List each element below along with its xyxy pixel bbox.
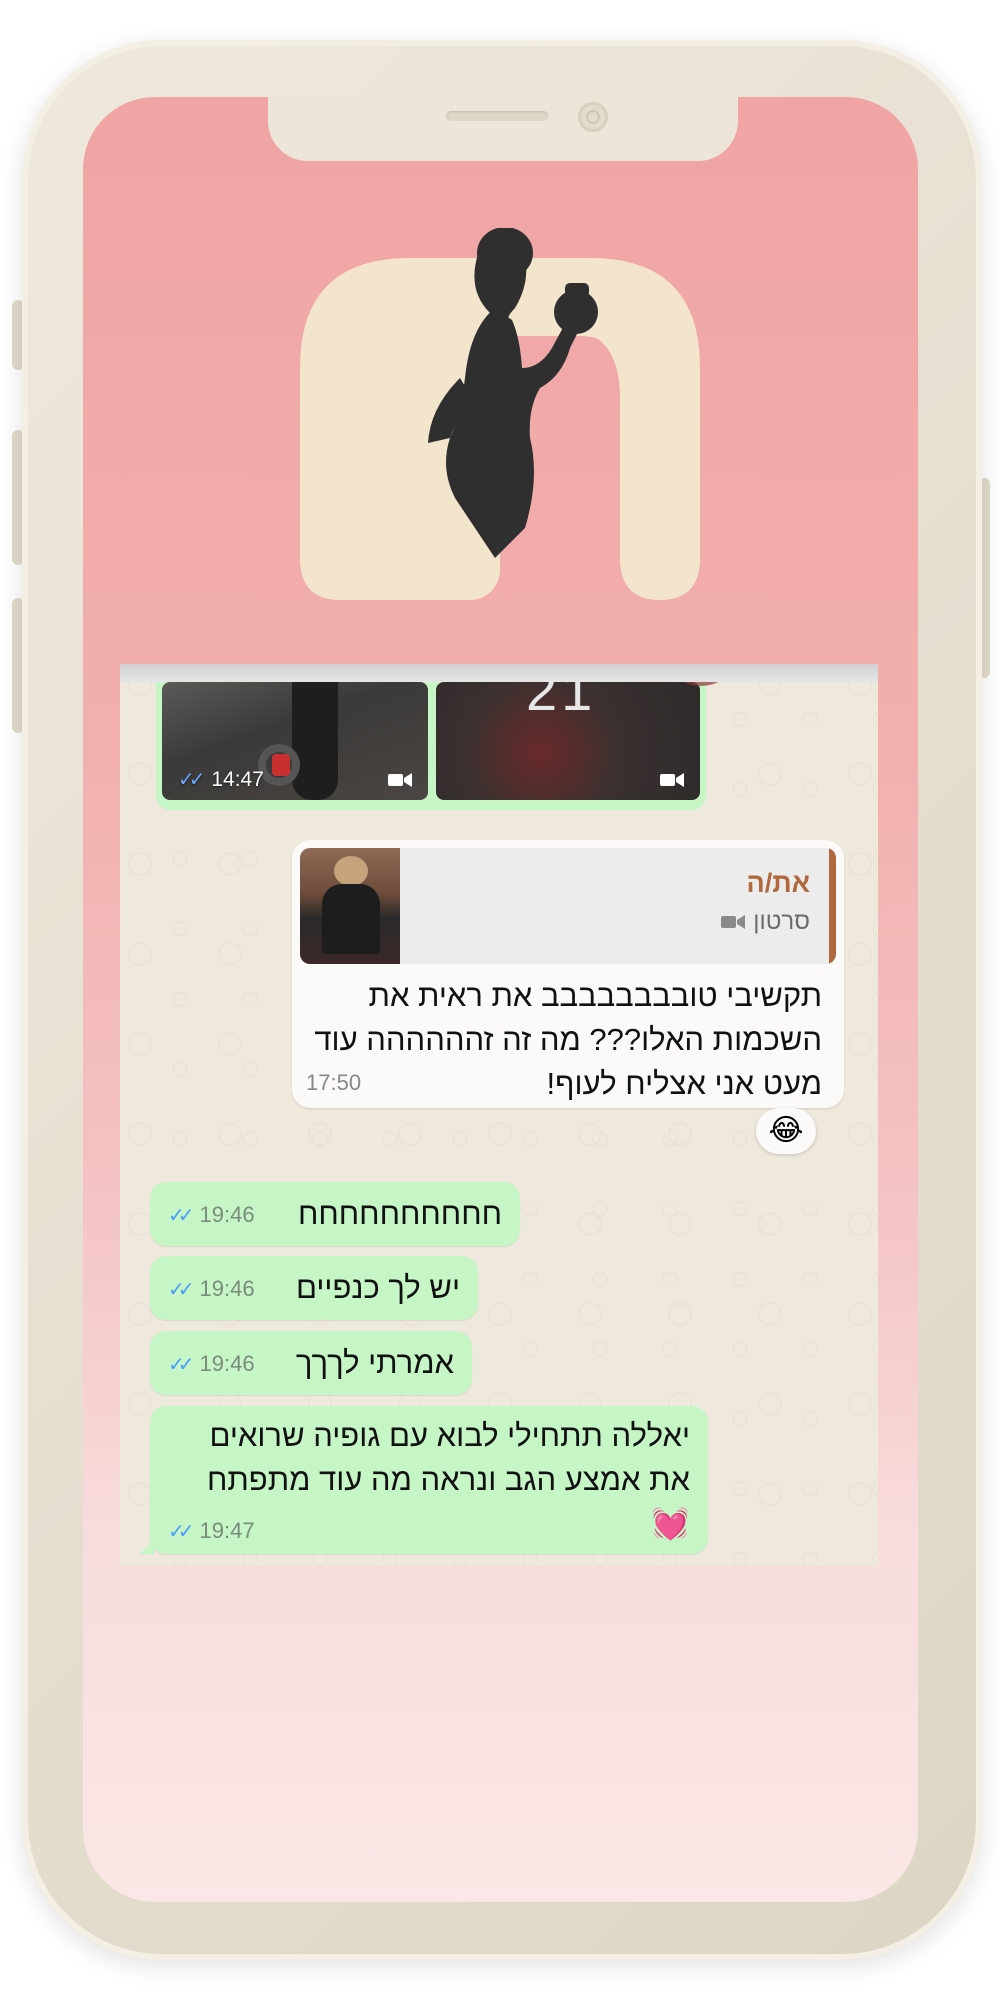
video-thumbnail[interactable]: 21 [436,682,700,800]
album-more-count: 21 [526,682,597,722]
video-album-time: ✓✓ 14:47 [178,767,264,792]
double-check-icon: ✓✓ [178,769,205,791]
outgoing-message[interactable]: חחחחחחחחחח ✓✓ 19:46 [150,1182,520,1246]
outgoing-message[interactable]: אמרתי לךךך ✓✓ 19:46 [150,1331,472,1395]
double-check-icon: ✓✓ [168,1520,194,1543]
outgoing-message[interactable]: יש לך כנפיים ✓✓ 19:46 [150,1256,478,1320]
message-time-text: 19:46 [199,1276,255,1301]
message-time: ✓✓ 19:47 [168,1518,255,1544]
double-check-icon: ✓✓ [168,1278,194,1301]
thumbnail-body [322,884,380,954]
double-check-icon: ✓✓ [168,1353,194,1376]
message-line: יאללה תתחילי לבוא עם גופיה שרואים [209,1418,690,1453]
front-camera [578,102,608,132]
message-time-text: 19:46 [199,1351,255,1376]
message-time: ✓✓ 19:46 [168,1202,255,1228]
video-camera-icon [388,773,412,787]
video-thumbnail[interactable]: ✓✓ 14:47 [162,682,428,800]
thumbnail-figure [292,682,338,800]
outgoing-message-text: אמרתי לךךך [295,1345,454,1380]
incoming-message-text: תקשיבי טובבבבבבבב את ראית את השכמות האלו… [302,974,822,1106]
heart-emoji: 💓 [651,1506,690,1541]
message-time-text: 19:47 [199,1518,255,1543]
outgoing-message-text: יש לך כנפיים [295,1270,460,1305]
outgoing-message[interactable]: יאללה תתחילי לבוא עם גופיה שרואים את אמצ… [140,1406,708,1554]
video-album-message[interactable]: ✓✓ 14:47 21 [156,664,706,810]
bubble-tail [140,1540,154,1554]
chat-window[interactable]: ✓✓ 14:47 21 את/ה סרטון תקשיבי טובבבבבבבב… [120,664,878,1566]
laughing-emoji-reaction[interactable]: 😂 [756,1108,816,1154]
double-check-icon: ✓✓ [168,1204,194,1227]
outgoing-message-text: יאללה תתחילי לבוא עם גופיה שרואים את אמצ… [207,1414,690,1546]
incoming-message[interactable]: את/ה סרטון תקשיבי טובבבבבבבב את ראית את … [292,840,844,1108]
chat-top-edge [120,664,878,682]
video-camera-icon [721,915,746,929]
message-line: השכמות האלו??? מה זה זהההההה עוד [314,1022,822,1057]
fitness-woman-logo [300,228,700,600]
quoted-reply[interactable]: את/ה סרטון [300,848,836,964]
thumbnail-head [334,856,368,886]
message-time-text: 19:46 [199,1202,255,1227]
message-time: ✓✓ 19:46 [168,1351,255,1377]
speaker-grille [446,111,548,121]
thumbnail-red-mark [272,754,290,776]
video-camera-icon [660,773,684,787]
quote-author: את/ה [746,868,810,898]
message-line: מעט אני אצליח לעוף! [546,1066,822,1101]
outgoing-message-text: חחחחחחחחחח [297,1196,502,1231]
quote-media-type: סרטון [721,908,810,936]
message-time: 17:50 [306,1070,362,1095]
quote-accent-bar [829,848,836,964]
message-line: את אמצע הגב ונראה מה עוד מתפתח [206,1462,690,1497]
quote-media-type-text: סרטון [753,908,810,935]
notch [268,97,738,161]
stage: ✓✓ 14:47 21 את/ה סרטון תקשיבי טובבבבבבבב… [0,0,1000,2000]
message-line: תקשיבי טובבבבבבבב את ראית את [368,978,822,1013]
message-time: ✓✓ 19:46 [168,1276,255,1302]
quoted-video-thumbnail [300,848,400,964]
video-album-time-text: 14:47 [211,768,264,791]
